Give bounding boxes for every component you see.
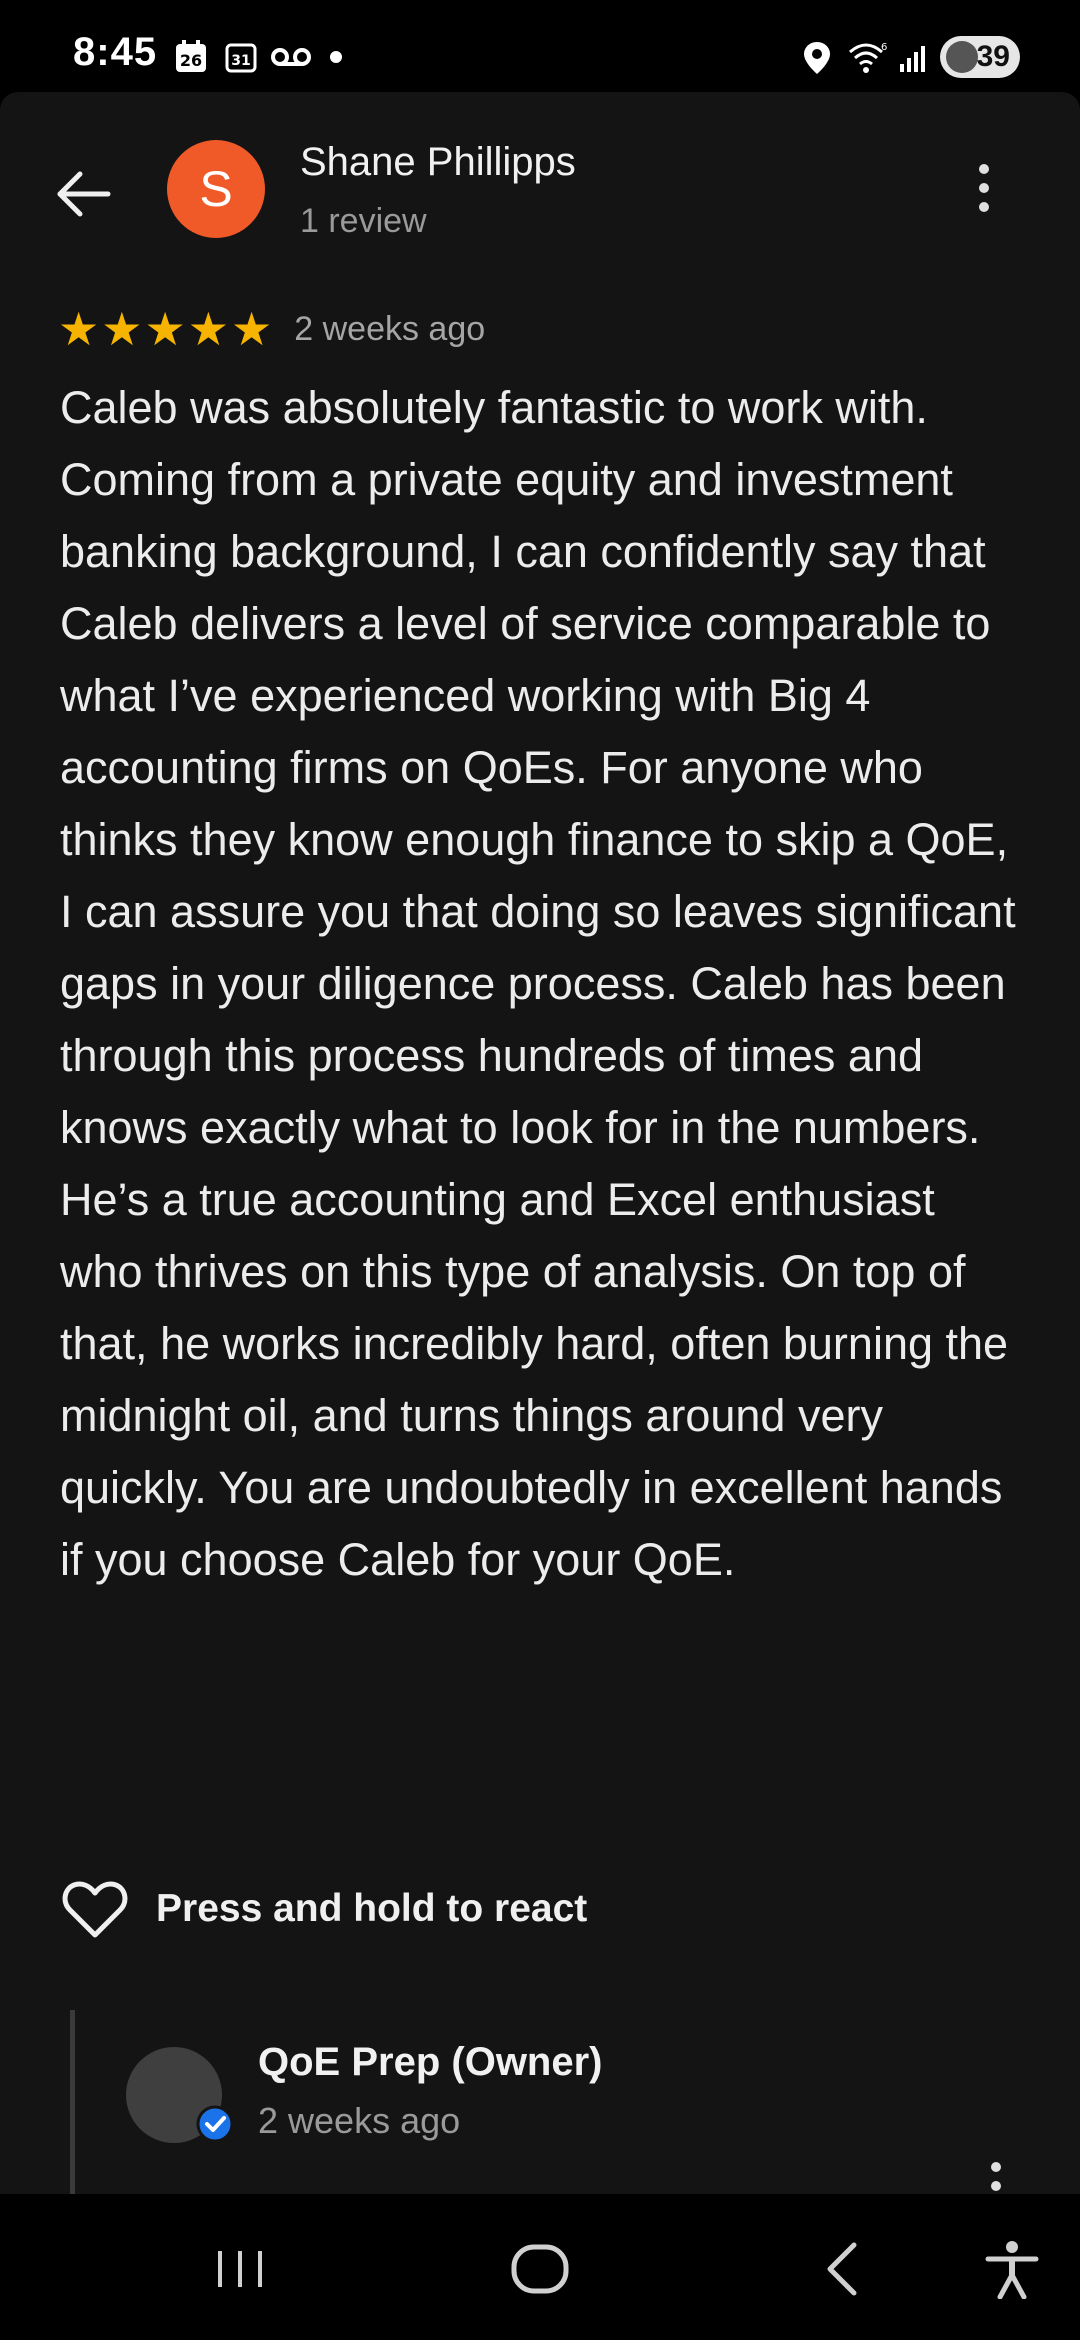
more-vert-icon — [991, 2162, 1001, 2172]
reviewer-review-count: 1 review — [300, 202, 427, 240]
reply-divider — [70, 2010, 75, 2194]
back-nav-icon[interactable] — [818, 2239, 868, 2299]
accessibility-icon[interactable] — [982, 2239, 1042, 2299]
review-card: S Shane Phillipps 1 review ★ ★ ★ ★ ★ 2 w… — [0, 92, 1080, 2210]
more-vert-icon-dot — [979, 202, 989, 212]
dot-icon — [330, 51, 342, 63]
svg-text:6: 6 — [881, 42, 887, 53]
star-icon: ★ — [144, 303, 186, 355]
review-date: 2 weeks ago — [294, 309, 486, 348]
star-icon: ★ — [187, 303, 229, 355]
status-time: 8:45 — [73, 30, 158, 74]
react-label: Press and hold to react — [156, 1887, 588, 1930]
more-options-button[interactable] — [966, 164, 1002, 224]
star-icon: ★ — [58, 303, 100, 355]
react-button[interactable]: Press and hold to react — [62, 1874, 587, 1944]
wifi-icon: 6 — [849, 42, 887, 73]
home-icon[interactable] — [508, 2239, 572, 2299]
status-bar: 8:45 26 31 6 39 — [0, 0, 1080, 92]
back-arrow-icon[interactable] — [52, 162, 116, 226]
calendar-31-icon: 31 — [225, 43, 257, 73]
reviewer-avatar[interactable]: S — [167, 140, 265, 238]
battery-level: 39 — [976, 40, 1010, 73]
reviewer-name[interactable]: Shane Phillipps — [300, 140, 576, 185]
voicemail-icon — [271, 48, 311, 66]
location-icon — [804, 42, 830, 74]
heart-icon — [62, 1881, 128, 1938]
verified-badge-icon — [196, 2105, 234, 2143]
more-vert-icon — [979, 164, 989, 174]
recent-apps-icon[interactable] — [210, 2239, 270, 2299]
svg-text:31: 31 — [231, 53, 250, 69]
rating-row: ★ ★ ★ ★ ★ 2 weeks ago — [58, 304, 485, 354]
more-vert-icon-dot — [991, 2181, 1001, 2191]
star-icon: ★ — [231, 303, 273, 355]
star-icon: ★ — [101, 303, 143, 355]
owner-reply-date: 2 weeks ago — [258, 2100, 461, 2141]
calendar-26-icon: 26 — [176, 40, 206, 72]
review-header: S Shane Phillipps 1 review — [0, 92, 1080, 292]
svg-text:26: 26 — [180, 51, 202, 70]
battery-saver-icon — [946, 41, 978, 73]
review-body: Caleb was absolutely fantastic to work w… — [60, 382, 1016, 1585]
more-vert-icon-dot — [979, 183, 989, 193]
system-nav-bar — [0, 2194, 1080, 2340]
battery-indicator: 39 — [940, 36, 1020, 78]
owner-name: QoE Prep (Owner) — [258, 2040, 603, 2084]
signal-icon — [900, 46, 925, 72]
